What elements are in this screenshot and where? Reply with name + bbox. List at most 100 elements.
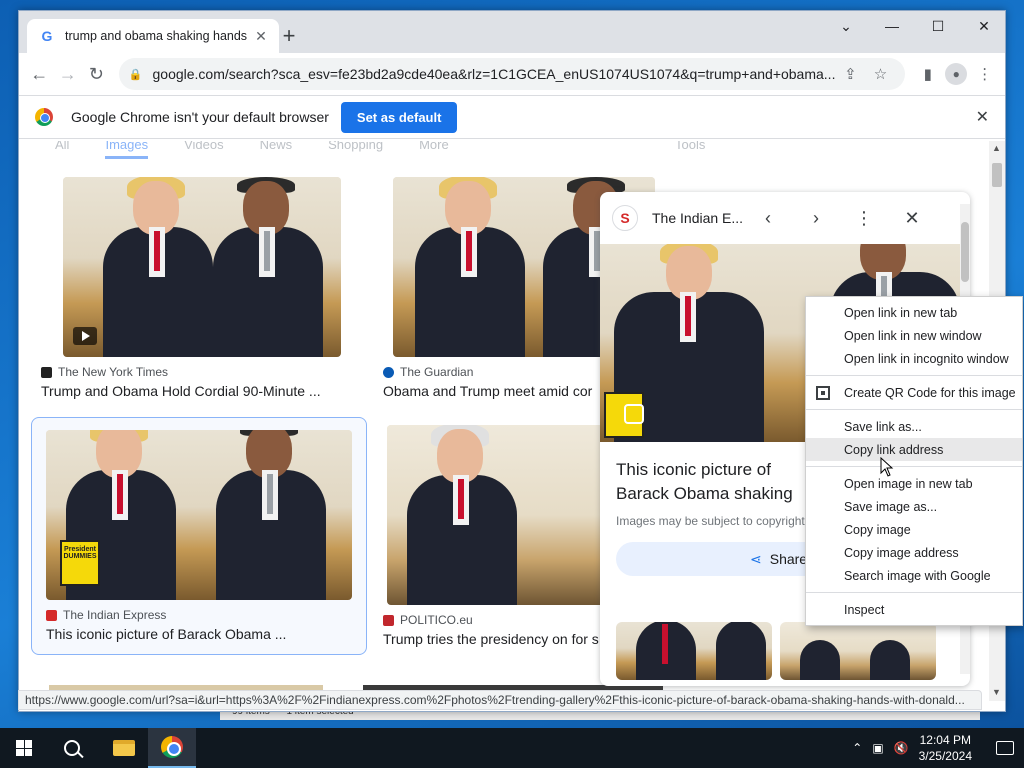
scroll-up-icon[interactable]: ▲ xyxy=(992,143,1001,153)
minimize-button[interactable]: — xyxy=(869,11,915,41)
share-page-icon[interactable]: ⇪ xyxy=(835,65,865,83)
set-default-button[interactable]: Set as default xyxy=(340,101,458,133)
chrome-logo-icon xyxy=(35,108,53,126)
menu-inspect[interactable]: Inspect xyxy=(806,598,1022,621)
menu-copy-image[interactable]: Copy image xyxy=(806,518,1022,541)
menu-open-link-new-window[interactable]: Open link in new window xyxy=(806,324,1022,347)
google-lens-icon[interactable] xyxy=(624,404,644,424)
tab-title: trump and obama shaking hands xyxy=(65,29,248,43)
menu-save-link-as[interactable]: Save link as... xyxy=(806,415,1022,438)
reload-icon[interactable]: ↻ xyxy=(82,58,111,90)
photo-person xyxy=(716,622,766,680)
chrome-menu-icon[interactable]: ⋮ xyxy=(970,58,999,90)
tab-more[interactable]: More xyxy=(419,141,449,159)
profile-avatar[interactable]: ● xyxy=(942,58,971,90)
bookmark-star-icon[interactable]: ☆ xyxy=(865,65,895,83)
chrome-taskbar-button[interactable] xyxy=(148,728,196,768)
tab-all[interactable]: All xyxy=(55,141,69,159)
tray-overflow-icon[interactable]: ⌃ xyxy=(852,741,862,755)
url-text[interactable]: google.com/search?sca_esv=fe23bd2a9cde40… xyxy=(153,66,836,82)
related-image[interactable] xyxy=(616,622,772,680)
new-tab-button[interactable]: + xyxy=(277,25,301,49)
menu-copy-image-address[interactable]: Copy image address xyxy=(806,541,1022,564)
taskbar-clock[interactable]: 12:04 PM 3/25/2024 xyxy=(919,732,972,764)
result-title[interactable]: This iconic picture of Barack Obama ... xyxy=(46,626,352,642)
result-title[interactable]: Trump and Obama Hold Cordial 90-Minute .… xyxy=(41,383,373,399)
search-tabs: All Images Videos News Shopping More xyxy=(55,141,449,159)
scroll-down-icon[interactable]: ▼ xyxy=(992,687,1001,697)
previous-chevron-icon[interactable]: ‹ xyxy=(744,208,792,229)
tab-shopping[interactable]: Shopping xyxy=(328,141,383,159)
source-name: POLITICO.eu xyxy=(400,613,473,627)
volume-muted-icon[interactable]: 🔇 xyxy=(894,741,909,755)
lock-icon[interactable]: 🔒 xyxy=(129,68,143,81)
menu-copy-link-address[interactable]: Copy link address xyxy=(806,438,1022,461)
panel-source-name[interactable]: The Indian E... xyxy=(652,210,744,226)
tab-images[interactable]: Images xyxy=(105,141,149,159)
related-images xyxy=(616,622,936,680)
tools-button[interactable]: Tools xyxy=(675,141,705,152)
result-source: The New York Times xyxy=(41,365,373,379)
result-thumbnail[interactable]: President DUMMIES xyxy=(46,430,352,600)
close-window-button[interactable]: ✕ xyxy=(961,11,1005,41)
result-source: The Indian Express xyxy=(46,608,352,622)
more-options-icon[interactable]: ⋮ xyxy=(840,208,888,229)
indian-express-favicon-icon xyxy=(46,609,57,621)
next-chevron-icon[interactable]: › xyxy=(792,208,840,229)
notification-center-icon[interactable] xyxy=(996,741,1014,755)
network-icon[interactable]: ▣ xyxy=(872,741,883,755)
indian-express-logo-icon: S xyxy=(612,205,638,231)
address-bar[interactable]: 🔒 google.com/search?sca_esv=fe23bd2a9cde… xyxy=(118,58,906,90)
menu-save-image-as[interactable]: Save image as... xyxy=(806,495,1022,518)
source-name: The Guardian xyxy=(400,365,474,379)
maximize-button[interactable]: ☐ xyxy=(915,11,961,41)
image-result-card-selected[interactable]: President DUMMIES The Indian Express Thi… xyxy=(31,417,367,655)
infobar-close-icon[interactable]: ✕ xyxy=(976,107,989,127)
politico-favicon-icon xyxy=(383,614,394,626)
menu-open-image-new-tab[interactable]: Open image in new tab xyxy=(806,472,1022,495)
menu-create-qr-code[interactable]: Create QR Code for this image xyxy=(806,381,1022,404)
default-browser-infobar: Google Chrome isn't your default browser… xyxy=(19,95,1005,139)
photo-person xyxy=(103,177,213,357)
tab-search-icon[interactable]: ⌄ xyxy=(823,11,869,41)
menu-open-link-incognito[interactable]: Open link in incognito window xyxy=(806,347,1022,370)
menu-separator xyxy=(806,375,1022,376)
scroll-thumb[interactable] xyxy=(992,163,1002,187)
menu-label: Create QR Code for this image xyxy=(844,385,1016,400)
menu-separator xyxy=(806,409,1022,410)
forward-arrow-icon[interactable]: → xyxy=(54,58,83,90)
google-favicon-icon: G xyxy=(41,28,53,44)
clock-date: 3/25/2024 xyxy=(918,749,972,763)
image-result-card[interactable]: The New York Times Trump and Obama Hold … xyxy=(41,177,373,399)
photo-person xyxy=(636,622,696,680)
tab-close-icon[interactable]: ✕ xyxy=(253,28,269,45)
back-arrow-icon[interactable]: ← xyxy=(25,58,54,90)
source-name: The New York Times xyxy=(58,365,169,379)
tab-videos[interactable]: Videos xyxy=(184,141,224,159)
photo-person xyxy=(407,425,517,605)
link-status-bar: https://www.google.com/url?sa=i&url=http… xyxy=(18,690,982,710)
start-button[interactable] xyxy=(0,728,48,768)
source-name: The Indian Express xyxy=(63,608,167,622)
search-icon xyxy=(64,740,80,756)
side-panel-icon[interactable]: ▮ xyxy=(913,58,942,90)
close-panel-icon[interactable]: ✕ xyxy=(888,208,936,229)
related-image[interactable] xyxy=(780,622,936,680)
result-thumbnail[interactable] xyxy=(63,177,341,357)
share-label: Share xyxy=(769,551,808,567)
panel-header: S The Indian E... ‹ › ⋮ ✕ xyxy=(600,192,970,244)
folder-icon xyxy=(113,740,135,756)
menu-search-image-google[interactable]: Search image with Google xyxy=(806,564,1022,587)
taskbar-search-button[interactable] xyxy=(48,728,96,768)
video-play-icon xyxy=(73,327,97,345)
tab-news[interactable]: News xyxy=(260,141,293,159)
result-thumbnail[interactable] xyxy=(387,425,607,605)
share-icon: ⋖ xyxy=(750,550,762,567)
file-explorer-button[interactable] xyxy=(100,728,148,768)
panel-scroll-thumb[interactable] xyxy=(961,222,969,282)
profile-person-icon: ● xyxy=(945,63,968,85)
menu-open-link-new-tab[interactable]: Open link in new tab xyxy=(806,301,1022,324)
photo-person xyxy=(870,640,910,680)
mouse-cursor-icon xyxy=(880,457,894,477)
browser-tab[interactable]: G trump and obama shaking hands ✕ xyxy=(27,19,279,53)
